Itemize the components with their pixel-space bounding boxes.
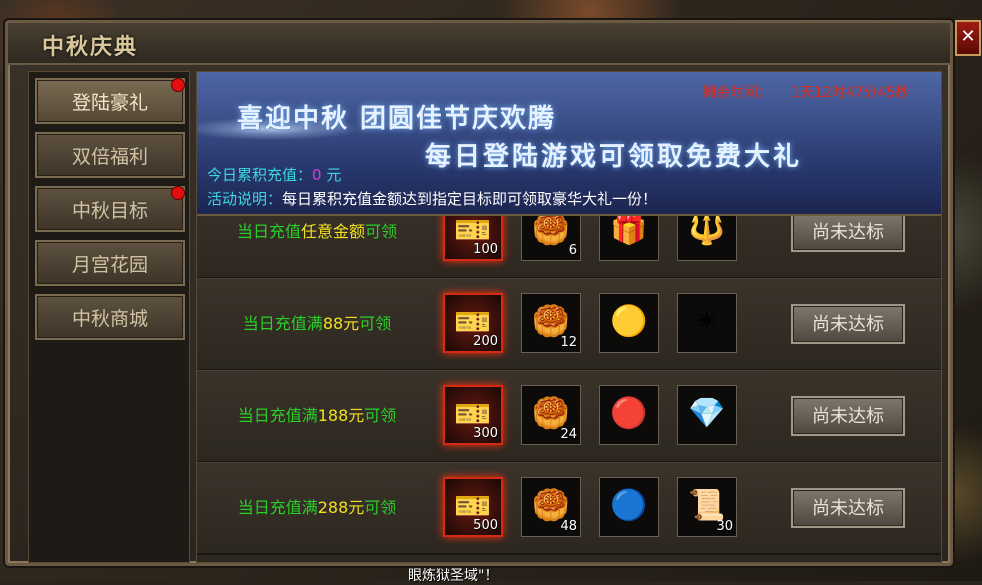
banner-slogan-2: 每日登陆游戏可领取免费大礼	[425, 142, 803, 172]
title-bar[interactable]: 中秋庆典	[8, 23, 950, 65]
rainbow-crystal-icon[interactable]: 💎	[677, 385, 737, 445]
item-glyph: 🎁	[610, 212, 648, 247]
row-condition: 当日充值满88元可领	[197, 279, 437, 369]
item-count: 6	[568, 243, 577, 258]
item-count: 200	[473, 334, 498, 349]
golden-emblem-icon[interactable]: ✴	[677, 293, 737, 353]
condition-prefix: 当日充值满	[237, 406, 318, 425]
condition-prefix: 当日充值	[236, 222, 301, 241]
sidebar-item-label: 月宫花园	[71, 254, 148, 276]
sidebar-item-label: 中秋目标	[71, 200, 148, 222]
mooncake-icon[interactable]: 🥮 12	[521, 293, 581, 353]
item-count: 48	[560, 519, 577, 534]
sidebar-item-festival-shop[interactable]: 中秋商城	[35, 294, 185, 340]
close-button[interactable]: ✕	[955, 20, 981, 56]
ticket-icon[interactable]: 🎫 200	[443, 293, 503, 353]
sidebar-item-login-gift[interactable]: 登陆豪礼	[35, 78, 185, 124]
item-count: 300	[473, 426, 498, 441]
sidebar-item-festival-goal[interactable]: 中秋目标	[35, 186, 185, 232]
notification-dot	[171, 186, 185, 200]
item-glyph: 🟡	[610, 304, 648, 339]
window-title: 中秋庆典	[42, 34, 139, 60]
condition-suffix: 可领	[364, 406, 397, 425]
condition-suffix: 可领	[359, 314, 392, 333]
row-condition: 当日充值满188元可领	[197, 371, 437, 461]
claim-button[interactable]: 尚未达标	[791, 488, 905, 528]
condition-amount: 288元	[317, 498, 365, 517]
blue-dragon-orb-icon[interactable]: 🔵	[599, 477, 659, 537]
item-count: 500	[473, 518, 498, 533]
sidebar-item-double-bonus[interactable]: 双倍福利	[35, 132, 185, 178]
mooncake-icon[interactable]: 🥮 48	[521, 477, 581, 537]
reward-row: 当日充值满288元可领 🎫 500 🥮 48 🔵 📜 30 尚未达标	[197, 462, 941, 555]
item-count: 24	[560, 427, 577, 442]
reward-row: 当日充值满88元可领 🎫 200 🥮 12 🟡 ✴ 尚未达标	[197, 278, 941, 371]
event-banner: 剩余时间： 1天12时47分45秒 喜迎中秋 团圆佳节庆欢腾 每日登陆游戏可领取…	[197, 72, 941, 216]
item-glyph: 🔴	[610, 396, 648, 431]
recharge-unit: 元	[326, 166, 342, 184]
condition-prefix: 当日充值满	[242, 314, 323, 333]
background-chat-text: 眼炼狱圣域"！	[408, 568, 499, 584]
timer-label: 剩余时间：	[702, 85, 772, 101]
item-glyph: 🔵	[610, 488, 648, 523]
item-glyph: ✴	[694, 304, 720, 339]
condition-amount: 88元	[322, 314, 360, 333]
recharge-label: 今日累积充值：	[207, 166, 313, 184]
fire-orb-icon[interactable]: 🔴	[599, 385, 659, 445]
item-count: 100	[473, 242, 498, 257]
sidebar-item-moon-garden[interactable]: 月宫花园	[35, 240, 185, 286]
event-window: 中秋庆典 登陆豪礼 双倍福利 中秋目标 月宫花园 中秋商城 剩余时间： 1天12…	[5, 20, 953, 566]
claim-button[interactable]: 尚未达标	[791, 304, 905, 344]
sidebar-item-label: 登陆豪礼	[71, 92, 148, 114]
countdown-timer: 1天12时47分45秒	[791, 85, 910, 101]
item-count: 12	[560, 335, 577, 350]
notification-dot	[171, 78, 185, 92]
mooncake-icon[interactable]: 🥮 24	[521, 385, 581, 445]
red-scroll-icon[interactable]: 📜 30	[677, 477, 737, 537]
recharge-value: 0	[312, 166, 322, 184]
sidebar: 登陆豪礼 双倍福利 中秋目标 月宫花园 中秋商城	[28, 71, 190, 563]
condition-prefix: 当日充值满	[237, 498, 318, 517]
condition-amount: 188元	[317, 406, 365, 425]
sidebar-item-label: 中秋商城	[71, 308, 148, 330]
claim-button[interactable]: 尚未达标	[791, 212, 905, 252]
reward-panel: 剩余时间： 1天12时47分45秒 喜迎中秋 团圆佳节庆欢腾 每日登陆游戏可领取…	[196, 71, 942, 563]
sidebar-item-label: 双倍福利	[71, 146, 148, 168]
item-glyph: 🔱	[688, 212, 726, 247]
item-count: 30	[716, 519, 733, 534]
condition-suffix: 可领	[365, 222, 398, 241]
description-text: 每日累积充值金额达到指定目标即可领取豪华大礼一份！	[282, 190, 658, 208]
ticket-icon[interactable]: 🎫 500	[443, 477, 503, 537]
reward-row: 当日充值满188元可领 🎫 300 🥮 24 🔴 💎 尚未达标	[197, 370, 941, 463]
recharge-total: 今日累积充值：0 元	[207, 164, 341, 185]
condition-amount: 任意金额	[300, 222, 365, 241]
description-label: 活动说明：	[207, 190, 283, 208]
event-description: 活动说明：每日累积充值金额达到指定目标即可领取豪华大礼一份！	[207, 188, 657, 209]
row-condition: 当日充值满288元可领	[197, 463, 437, 553]
ticket-icon[interactable]: 🎫 300	[443, 385, 503, 445]
condition-suffix: 可领	[364, 498, 397, 517]
claim-button[interactable]: 尚未达标	[791, 396, 905, 436]
item-glyph: 💎	[688, 396, 726, 431]
gold-orb-icon[interactable]: 🟡	[599, 293, 659, 353]
banner-slogan-1: 喜迎中秋 团圆佳节庆欢腾	[237, 104, 557, 134]
